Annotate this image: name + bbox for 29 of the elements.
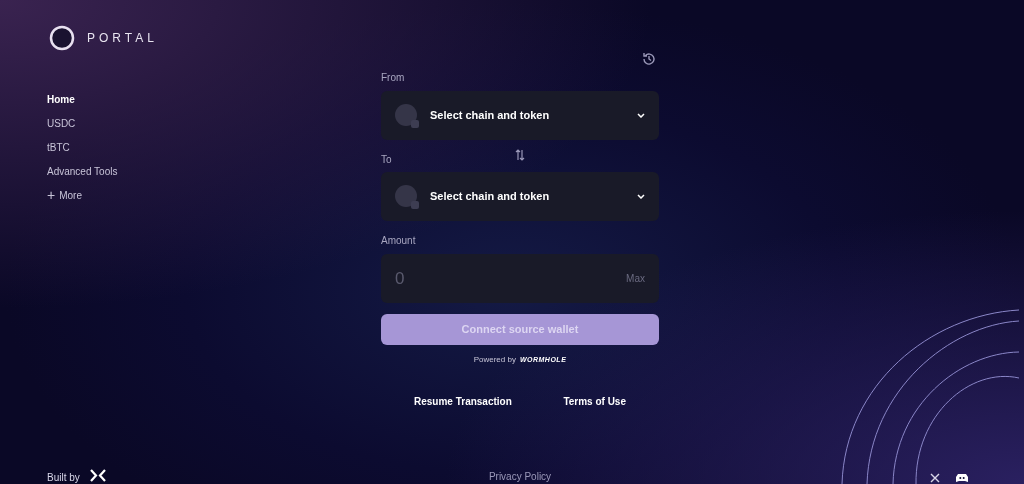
history-icon[interactable] [641,51,657,67]
nav-link[interactable]: Home [47,91,75,107]
selector-text: Select chain and token [430,189,551,205]
footer-link[interactable]: Terms of Use [563,394,626,409]
cross-logo-icon[interactable] [89,468,106,482]
x-social-icon[interactable] [930,473,940,483]
privacy-policy-link[interactable]: Privacy Policy [488,469,552,484]
swap-icon[interactable] [515,149,525,161]
chevron-down-icon [637,113,645,118]
from-label: From [381,71,406,85]
footer-link[interactable]: Resume Transaction [414,394,512,409]
chevron-down-icon [637,194,645,199]
chain-token-selector[interactable]: Select chain and token [381,91,659,140]
selector-text: Select chain and token [430,108,551,124]
amount-label: Amount [381,234,417,248]
nav-link[interactable]: USDC [47,115,76,131]
nav-link[interactable]: tBTC [47,139,70,155]
amount-field[interactable]: 0 [395,265,515,292]
powered-by-text: Powered by [473,354,516,366]
to-label: To [381,153,392,167]
nav-link[interactable]: + More [47,187,82,203]
ring-logo-icon [49,25,75,51]
chain-token-selector[interactable]: Select chain and token [381,172,659,221]
token-placeholder-icon [395,103,419,128]
brand-name: PORTAL [87,30,158,47]
discord-icon[interactable] [956,473,968,483]
token-placeholder-icon [395,184,419,209]
built-by-text: Built by [47,472,80,484]
nav-link[interactable]: Advanced Tools [47,163,118,179]
